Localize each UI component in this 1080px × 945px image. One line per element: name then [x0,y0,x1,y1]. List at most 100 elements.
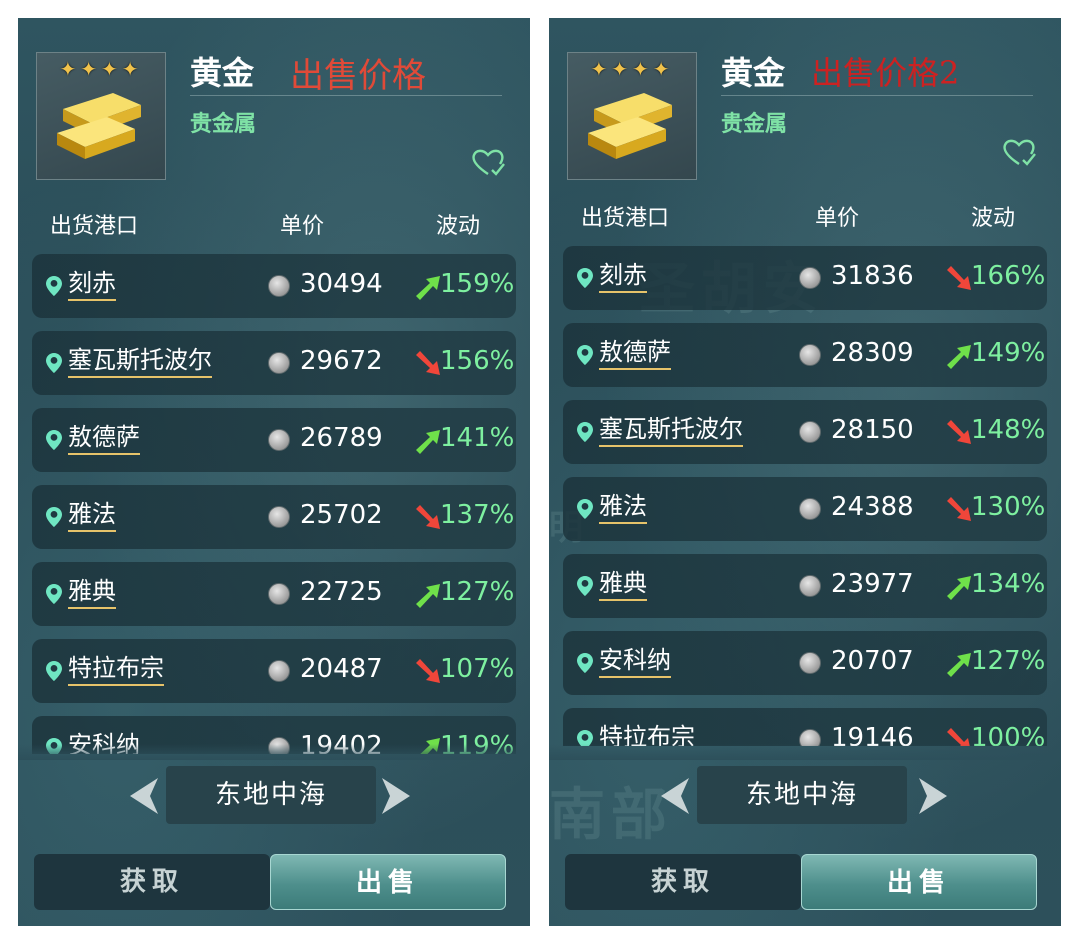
arrow-down-icon [416,505,440,529]
unit-price: 20487 [300,654,383,684]
arrow-down-icon [947,266,971,290]
heart-check-icon[interactable] [1001,136,1037,168]
silver-coin-icon [799,421,821,443]
port-row[interactable]: 刻赤 30494 159% [32,254,516,318]
arrow-down-icon [416,659,440,683]
port-name-link[interactable]: 刻赤 [68,268,116,301]
price-change-percent: 100% [971,723,1046,746]
port-name-link[interactable]: 敖德萨 [599,337,671,370]
unit-price: 29672 [300,346,383,376]
header-change: 波动 [436,214,481,239]
port-name-link[interactable]: 敖德萨 [68,422,140,455]
trade-panel-1: ✦✦✦✦ 黄金 出售价格 贵金属 出货港口 单价 波动 刻赤 30494 159% 塞… [18,18,530,926]
silver-coin-icon [799,652,821,674]
rarity-stars: ✦✦✦✦ [59,57,143,81]
price-change-percent: 149% [971,338,1046,368]
location-pin-icon [46,661,62,681]
port-row[interactable]: 雅典 23977 134% [563,554,1047,618]
port-name-link[interactable]: 雅法 [68,499,116,532]
chevron-left-icon[interactable] [122,774,162,818]
list-fade [18,744,530,760]
title-divider [721,95,1033,96]
unit-price: 25702 [300,500,383,530]
gold-bars-icon [57,93,141,159]
tab-get-button[interactable]: 获取 [565,854,801,910]
port-row[interactable]: 塞瓦斯托波尔 29672 156% [32,331,516,395]
port-row[interactable]: 雅典 22725 127% [32,562,516,626]
port-name-link[interactable]: 雅法 [599,491,647,524]
header-change: 波动 [971,206,1016,231]
tab-sell-button[interactable]: 出售 [801,854,1037,910]
price-change-percent: 159% [440,269,515,299]
location-pin-icon [577,268,593,288]
port-name-link[interactable]: 雅典 [599,568,647,601]
location-pin-icon [46,353,62,373]
arrow-up-icon [947,653,971,677]
header-port: 出货港口 [581,206,670,231]
location-pin-icon [577,653,593,673]
region-selector[interactable]: 东地中海 [166,766,376,824]
location-pin-icon [577,576,593,596]
location-pin-icon [577,499,593,519]
location-pin-icon [46,507,62,527]
unit-price: 28150 [831,415,914,445]
arrow-up-icon [416,430,440,454]
port-row[interactable]: 敖德萨 28309 149% [563,323,1047,387]
price-change-percent: 130% [971,492,1046,522]
silver-coin-icon [268,506,290,528]
item-category: 贵金属 [190,112,257,137]
price-change-percent: 127% [440,577,515,607]
port-name-link[interactable]: 塞瓦斯托波尔 [599,414,743,447]
port-row[interactable]: 敖德萨 26789 141% [32,408,516,472]
arrow-down-icon [416,351,440,375]
unit-price: 26789 [300,423,383,453]
unit-price: 22725 [300,577,383,607]
silver-coin-icon [268,583,290,605]
port-row[interactable]: 刻赤 31836 166% [563,246,1047,310]
port-row[interactable]: 雅法 24388 130% [563,477,1047,541]
port-name-link[interactable]: 雅典 [68,576,116,609]
price-annotation: 出售价格 [290,56,426,96]
port-name-link[interactable]: 安科纳 [599,645,671,678]
port-name-link[interactable]: 特拉布宗 [599,722,695,746]
price-annotation: 出售价格2 [811,54,960,92]
silver-coin-icon [268,275,290,297]
trade-panel-2: 圣胡安 明 南部 ✦✦✦✦ 黄金 出售价格2 贵金属 出货港口 单价 波动 刻赤… [549,18,1061,926]
location-pin-icon [577,345,593,365]
unit-price: 28309 [831,338,914,368]
heart-check-icon[interactable] [470,146,506,178]
silver-coin-icon [268,660,290,682]
port-name-link[interactable]: 塞瓦斯托波尔 [68,345,212,378]
chevron-left-icon[interactable] [653,774,693,818]
item-name: 黄金 [190,54,255,92]
unit-price: 31836 [831,261,914,291]
port-row[interactable]: 塞瓦斯托波尔 28150 148% [563,400,1047,464]
chevron-right-icon[interactable] [915,774,955,818]
location-pin-icon [46,430,62,450]
port-row[interactable]: 安科纳 20707 127% [563,631,1047,695]
item-category: 贵金属 [721,112,788,137]
price-change-percent: 137% [440,500,515,530]
tab-sell-button[interactable]: 出售 [270,854,506,910]
item-icon-frame: ✦✦✦✦ [567,52,697,180]
tab-get-button[interactable]: 获取 [34,854,270,910]
title-divider [190,95,502,96]
item-name: 黄金 [721,54,786,92]
port-name-link[interactable]: 特拉布宗 [68,653,164,686]
port-name-link[interactable]: 刻赤 [599,260,647,293]
port-row[interactable]: 特拉布宗 19146 100% [563,708,1047,746]
region-selector[interactable]: 东地中海 [697,766,907,824]
gold-bars-icon [588,93,672,159]
list-fade [549,744,1061,760]
silver-coin-icon [268,429,290,451]
port-row[interactable]: 雅法 25702 137% [32,485,516,549]
arrow-down-icon [947,497,971,521]
port-row[interactable]: 特拉布宗 20487 107% [32,639,516,703]
silver-coin-icon [799,498,821,520]
arrow-up-icon [947,576,971,600]
header-port: 出货港口 [50,214,139,239]
silver-coin-icon [799,344,821,366]
chevron-right-icon[interactable] [378,774,418,818]
price-change-percent: 107% [440,654,515,684]
arrow-up-icon [416,584,440,608]
